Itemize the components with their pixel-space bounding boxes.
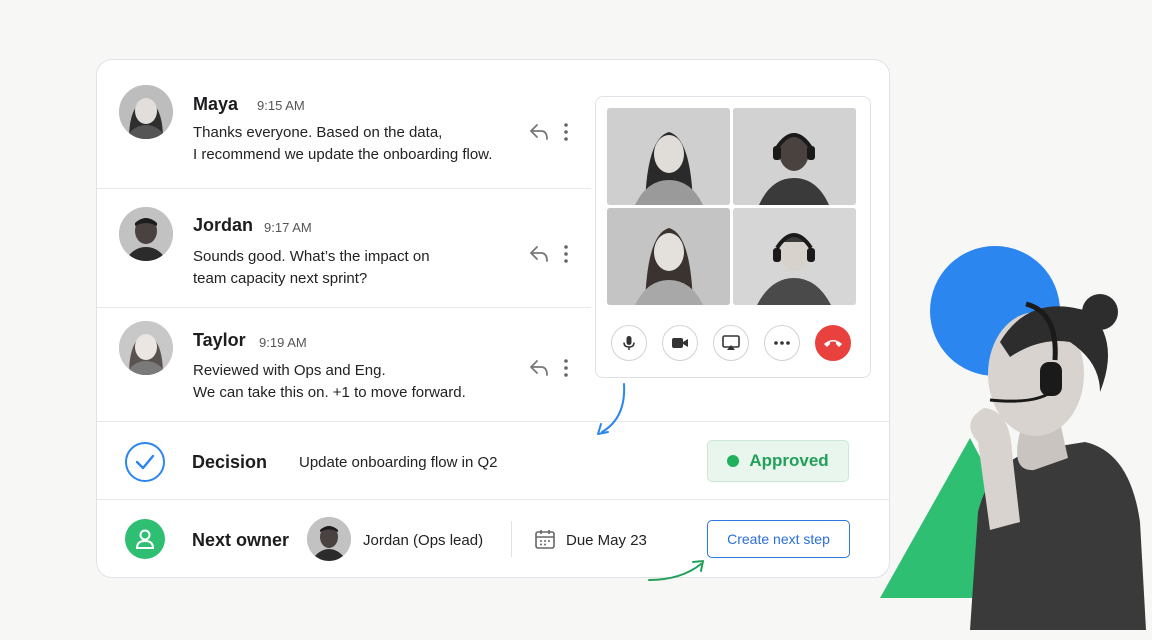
- avatar: [119, 85, 173, 139]
- screen-share-button[interactable]: [713, 325, 749, 361]
- calendar-icon: [535, 530, 555, 549]
- status-label: Approved: [749, 451, 829, 470]
- video-call-panel: [595, 96, 871, 378]
- approved-status-badge: Approved: [707, 440, 849, 482]
- message-text: Sounds good. What’s the impact on team c…: [193, 246, 533, 290]
- avatar: [119, 207, 173, 261]
- reply-icon[interactable]: [529, 245, 549, 263]
- video-tile[interactable]: [733, 108, 856, 205]
- message-divider: [97, 307, 591, 308]
- video-tile[interactable]: [733, 208, 856, 305]
- message-text: Reviewed with Ops and Eng. We can take t…: [193, 360, 533, 404]
- next-owner-label: Next owner: [192, 530, 290, 550]
- more-options-icon[interactable]: [559, 358, 573, 378]
- camera-button[interactable]: [662, 325, 698, 361]
- more-options-icon[interactable]: [559, 122, 573, 142]
- screen-share-icon: [722, 335, 740, 350]
- due-date: Due May 23: [566, 532, 647, 549]
- message-line: We can take this on. +1 to move forward.: [193, 384, 466, 401]
- status-dot-icon: [727, 455, 740, 467]
- video-tile[interactable]: [607, 108, 730, 205]
- message-time: 9:19 AM: [259, 335, 307, 350]
- headset-person-illustration: [970, 294, 1146, 630]
- section-divider: [97, 499, 889, 500]
- message-line: Thanks everyone. Based on the data,: [193, 124, 443, 141]
- owner-name: Jordan (Ops lead): [363, 532, 484, 549]
- reply-icon[interactable]: [529, 123, 549, 141]
- message-line: Sounds good. What’s the impact on: [193, 248, 430, 265]
- more-call-options-button[interactable]: [764, 325, 800, 361]
- message-item: Maya 9:15 AM Thanks everyone. Based on t…: [97, 60, 591, 189]
- user-icon: [125, 519, 165, 559]
- blue-curved-arrow-icon: [597, 383, 626, 435]
- decision-label: Decision: [192, 452, 268, 472]
- camera-icon: [672, 338, 688, 348]
- sender-name: Maya: [193, 94, 239, 114]
- more-options-icon[interactable]: [559, 244, 573, 264]
- microphone-icon: [623, 336, 635, 350]
- message-time: 9:15 AM: [257, 98, 305, 113]
- sender-name: Jordan: [193, 215, 254, 235]
- reply-icon[interactable]: [529, 359, 549, 377]
- green-curved-arrow-icon: [648, 560, 704, 581]
- microphone-button[interactable]: [611, 325, 647, 361]
- owner-avatar: [307, 517, 351, 561]
- more-icon: [774, 341, 790, 345]
- section-divider: [97, 421, 889, 422]
- check-circle-icon: [125, 442, 165, 482]
- message-line: Reviewed with Ops and Eng.: [193, 362, 386, 379]
- message-text: Thanks everyone. Based on the data, I re…: [193, 122, 533, 166]
- message-item: Taylor 9:19 AM Reviewed with Ops and Eng…: [97, 309, 591, 429]
- vertical-divider: [511, 521, 512, 557]
- end-call-icon: [824, 340, 842, 347]
- create-next-step-button[interactable]: Create next step: [707, 520, 850, 558]
- sender-name: Taylor: [193, 330, 246, 350]
- end-call-button[interactable]: [815, 325, 851, 361]
- message-time: 9:17 AM: [264, 220, 312, 235]
- meeting-summary-card: Maya 9:15 AM Thanks everyone. Based on t…: [96, 59, 890, 578]
- message-line: I recommend we update the onboarding flo…: [193, 146, 493, 163]
- message-line: team capacity next sprint?: [193, 270, 368, 287]
- video-tile[interactable]: [607, 208, 730, 305]
- decision-text: Update onboarding flow in Q2: [299, 454, 498, 471]
- avatar: [119, 321, 173, 375]
- message-item: Jordan 9:17 AM Sounds good. What’s the i…: [97, 189, 591, 309]
